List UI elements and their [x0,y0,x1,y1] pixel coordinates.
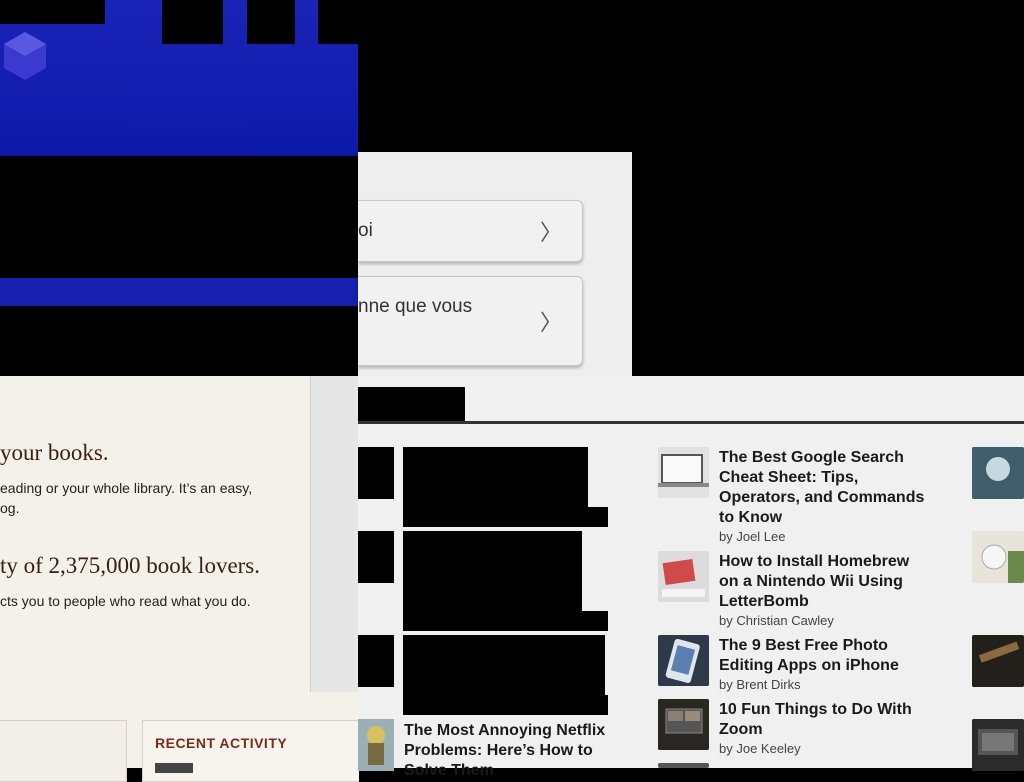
article-thumbnail[interactable] [658,763,709,768]
article-title[interactable]: 10 Fun Things to Do With Zoom [719,700,929,740]
section-tab [358,387,465,421]
heading-books: your books. [0,440,109,465]
subtext-line: eading or your whole library. It’s an ea… [0,480,253,496]
right-article-thumbnail[interactable] [972,531,1024,583]
netflix-article-thumbnail[interactable] [358,719,394,771]
article-author: by Christian Cawley [719,613,834,628]
choice-button-2[interactable]: nne que vous 〉 [358,276,583,366]
sidebar-strip [310,376,359,692]
redacted-thumbnail [358,447,394,499]
recent-activity-title: RECENT ACTIVITY [155,735,288,751]
redacted-thumbnail [358,635,394,687]
info-box [0,720,127,782]
article-title[interactable]: The Most Annoying Netflix Problems: Here… [404,721,614,781]
goodreads-panel: your books. eading or your whole library… [0,376,358,768]
article-author: by Joe Keeley [719,741,801,756]
choice-button-1[interactable]: oi 〉 [358,200,583,262]
article-title[interactable]: The 9 Best Free Photo Editing Apps on iP… [719,636,929,676]
wii-letter-thumbnail[interactable] [658,551,709,602]
subtext-line: og. [0,500,20,516]
right-article-thumbnail[interactable] [972,635,1024,687]
banner-black-tab [162,0,223,44]
redacted-title [403,507,608,527]
hexagon-logo-icon [4,32,46,80]
chevron-right-icon: 〉 [539,220,562,245]
top-banner [0,0,358,156]
redacted-thumbnail [358,531,394,583]
banner-black-tab [247,0,295,44]
subtext-line: cts you to people who read what you do. [0,593,251,609]
article-title[interactable]: How to Install Homebrew on a Nintendo Wi… [719,552,929,612]
chevron-right-icon: 〉 [539,310,562,335]
article-author: by Brent Dirks [719,677,801,692]
banner-black-tab [0,0,105,24]
zoom-laptop-thumbnail[interactable] [658,699,709,750]
section-divider [358,421,1024,424]
choice-label: nne que vous [358,296,473,317]
redacted-title [403,447,588,509]
article-author: by Joel Lee [719,529,786,544]
iphone-photo-thumbnail[interactable] [658,635,709,686]
blue-stripe [0,278,358,306]
activity-thumbnail [155,763,193,773]
redacted-title [403,635,605,697]
laptop-google-thumbnail[interactable] [658,447,709,498]
heading-community: ty of 2,375,000 book lovers. [0,553,261,578]
recent-activity-box: RECENT ACTIVITY [142,720,359,782]
article-title[interactable]: The Best Google Search Cheat Sheet: Tips… [719,448,929,528]
right-article-thumbnail[interactable] [972,719,1024,771]
banner-black-tab [318,0,358,44]
redacted-title [403,611,608,631]
redacted-title [403,531,582,613]
choice-label: oi [358,220,373,241]
right-article-thumbnail[interactable] [972,447,1024,499]
redacted-title [403,695,608,715]
